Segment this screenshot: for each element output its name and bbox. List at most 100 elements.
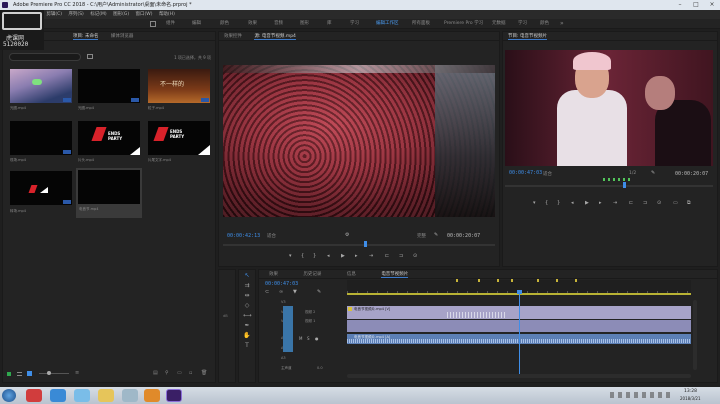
taskbar-folder-icon[interactable] xyxy=(98,389,114,402)
step-forward-button[interactable]: ▸ xyxy=(599,200,602,206)
source-timecode[interactable]: 00:00:42:13 xyxy=(227,233,260,239)
timeline-timecode[interactable]: 00:00:47:03 xyxy=(265,281,298,287)
menu-sequence[interactable]: 序列(S) xyxy=(68,12,83,17)
vr-button[interactable]: ⧉ xyxy=(687,200,691,206)
tab-sequence[interactable]: 电音节视频片 xyxy=(381,272,409,278)
toggle-track-solo-icon[interactable]: S xyxy=(307,336,310,341)
export-frame-button[interactable]: ⊙ xyxy=(657,200,661,206)
sequence-marker[interactable] xyxy=(511,279,513,282)
menu-window[interactable]: 窗口(W) xyxy=(136,12,153,17)
workspace-tab[interactable]: 学习 xyxy=(518,19,527,29)
go-to-out-button[interactable]: ⇥ xyxy=(613,200,617,206)
wrench-icon[interactable]: ✎ xyxy=(651,170,655,176)
thumb-party-2[interactable]: ENDS PARTY xyxy=(148,121,210,155)
thumb-light[interactable] xyxy=(10,69,72,103)
timeline-playhead[interactable] xyxy=(519,294,520,374)
workspace-tab[interactable]: 颜色 xyxy=(220,19,229,29)
menu-marker[interactable]: 标记(M) xyxy=(90,12,106,17)
workspace-tab[interactable]: Premiere Pro 学习 xyxy=(444,19,483,29)
new-bin-icon[interactable] xyxy=(87,54,93,59)
insert-button[interactable]: ⊏ xyxy=(385,253,389,259)
sequence-marker[interactable] xyxy=(537,279,539,282)
project-search-input[interactable] xyxy=(9,53,81,61)
taskbar-premiere-icon[interactable] xyxy=(166,389,182,402)
program-timecode[interactable]: 00:00:47:03 xyxy=(509,170,542,176)
hand-tool-icon[interactable]: ✋ xyxy=(243,332,251,340)
taskbar-illustrator-icon[interactable] xyxy=(144,389,160,402)
program-scrub-bar[interactable] xyxy=(505,185,713,187)
compare-button[interactable]: ▭ xyxy=(673,200,678,206)
play-button[interactable]: ▶ xyxy=(341,253,345,259)
source-playhead[interactable] xyxy=(364,241,367,247)
source-patch-a1[interactable] xyxy=(283,334,293,352)
mark-in-button[interactable]: ▾ xyxy=(533,200,536,206)
source-video-frame[interactable] xyxy=(223,65,495,217)
taskbar-app-icon[interactable] xyxy=(122,389,138,402)
sort-icon[interactable]: ≡ xyxy=(75,370,79,376)
workspace-tab[interactable]: 学习 xyxy=(350,19,359,29)
linked-selection-icon[interactable]: ∞ xyxy=(279,289,283,295)
thumb-crowd[interactable] xyxy=(10,121,72,155)
track-select-tool-icon[interactable]: ⇉ xyxy=(243,282,251,290)
mark-in-button[interactable]: ▾ xyxy=(289,253,292,259)
program-video-frame[interactable] xyxy=(505,50,713,166)
sequence-marker[interactable] xyxy=(575,279,577,282)
extract-button[interactable]: ⊐ xyxy=(643,200,647,206)
automate-icon[interactable]: ▤ xyxy=(153,370,158,376)
thumb-transition[interactable] xyxy=(10,171,72,205)
timeline-v-scrollbar[interactable] xyxy=(693,300,697,370)
play-button[interactable]: ▶ xyxy=(585,200,589,206)
close-button[interactable]: × xyxy=(704,0,720,10)
source-quality-select[interactable]: 完整 xyxy=(417,233,426,239)
workspace-tab[interactable]: 元数据 xyxy=(492,19,506,29)
delete-icon[interactable]: 🗑 xyxy=(201,370,207,376)
zoom-slider-handle[interactable] xyxy=(47,371,51,375)
icon-view-icon[interactable] xyxy=(27,371,32,376)
workspace-overflow-icon[interactable]: » xyxy=(560,20,564,27)
maximize-button[interactable]: □ xyxy=(688,0,704,10)
workspace-tab[interactable]: 颜色 xyxy=(540,19,549,29)
settings-icon[interactable]: ⚙ xyxy=(345,232,349,238)
workspace-tab[interactable]: 组件 xyxy=(166,19,175,29)
tab-source[interactable]: 源: 电音节视频.mp4 xyxy=(254,34,296,40)
tab-effects[interactable]: 效果 xyxy=(269,272,278,277)
tab-program[interactable]: 节目: 电音节视频片 xyxy=(508,34,547,40)
wrench-icon[interactable]: ✎ xyxy=(317,289,321,295)
new-bin-icon[interactable]: ▭ xyxy=(177,370,182,376)
lock-icon[interactable] xyxy=(7,372,11,376)
workspace-tab[interactable]: 效果 xyxy=(248,19,257,29)
sequence-marker[interactable] xyxy=(478,279,480,282)
go-to-in-button[interactable]: } xyxy=(557,200,560,206)
sequence-marker[interactable] xyxy=(497,279,499,282)
timeline-h-scrollbar[interactable] xyxy=(347,374,691,378)
list-view-icon[interactable] xyxy=(17,372,22,376)
thumb-black[interactable] xyxy=(78,69,140,103)
sequence-marker[interactable] xyxy=(556,279,558,282)
workspace-tab[interactable]: 图形 xyxy=(300,19,309,29)
source-scrub-bar[interactable] xyxy=(223,244,495,246)
lift-button[interactable]: ⊏ xyxy=(629,200,633,206)
tab-media-browser[interactable]: 媒体浏览器 xyxy=(111,34,134,39)
wrench-icon[interactable]: ✎ xyxy=(434,232,438,238)
tab-project[interactable]: 项目: 未命名 xyxy=(73,34,99,40)
zoom-slider[interactable] xyxy=(39,373,69,374)
workspace-tab[interactable]: 库 xyxy=(327,19,332,29)
export-frame-button[interactable]: ⊙ xyxy=(413,253,417,259)
menu-graphics[interactable]: 图形(G) xyxy=(113,12,129,17)
voice-over-icon[interactable]: ● xyxy=(315,336,319,341)
ripple-edit-tool-icon[interactable]: ⇹ xyxy=(243,292,251,300)
workspace-tab[interactable]: 所有面板 xyxy=(412,19,430,29)
tab-info[interactable]: 信息 xyxy=(347,272,356,277)
tab-history[interactable]: 历史记录 xyxy=(303,272,321,277)
thumb-sign[interactable]: 不一样的 xyxy=(148,69,210,103)
step-forward-button[interactable]: ▸ xyxy=(355,253,358,259)
new-item-icon[interactable]: ▫ xyxy=(189,370,192,376)
home-icon[interactable] xyxy=(150,21,156,27)
step-back-button[interactable]: ◂ xyxy=(327,253,330,259)
toggle-track-lock-icon[interactable]: M xyxy=(299,336,302,341)
source-patch-v1[interactable] xyxy=(283,306,293,334)
program-playhead[interactable] xyxy=(623,182,626,188)
snap-icon[interactable]: ⊂ xyxy=(265,289,269,295)
source-fit-select[interactable]: 适合 xyxy=(267,233,276,239)
taskbar-browser-icon[interactable] xyxy=(26,389,42,402)
